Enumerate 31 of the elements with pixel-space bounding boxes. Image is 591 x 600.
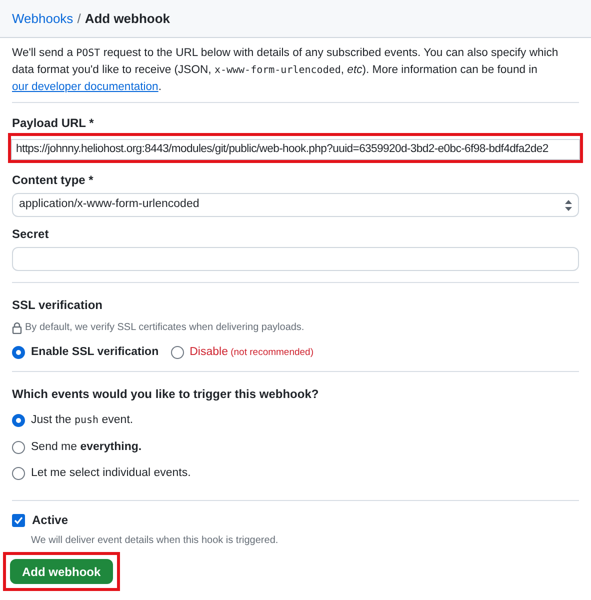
breadcrumb-separator: / xyxy=(77,10,81,28)
select-arrows-icon xyxy=(565,200,572,210)
page-title: Add webhook xyxy=(84,10,170,28)
lock-icon xyxy=(12,322,22,334)
radio-button[interactable] xyxy=(12,466,25,480)
documentation-link[interactable]: our developer documentation xyxy=(12,81,158,93)
radio-button[interactable] xyxy=(12,440,25,454)
radio-label: Let me select individual events. xyxy=(31,466,191,481)
ssl-note: By default, we verify SSL certificates when delivering payloads. xyxy=(25,321,304,335)
section-title: Which events would you like to trigger this webhook? xyxy=(12,386,320,404)
check-icon xyxy=(14,516,23,524)
active-note: We will deliver event details when this hook is triggered. xyxy=(31,534,280,548)
field-label: Payload URL * xyxy=(12,115,95,132)
checkbox[interactable] xyxy=(12,514,25,526)
radio-button[interactable] xyxy=(170,346,184,360)
payload-url-field[interactable]: https://johnny.heliohost.org:8443/modules/git/public/web-hook.php?uuid=6359920d-3bd2-e0bc-6f98-bdf4dfa2de2 xyxy=(11,138,580,160)
radio-button[interactable] xyxy=(12,346,25,360)
breadcrumb-link[interactable]: Webhooks xyxy=(12,8,74,28)
radio-label: Disable (not recommended) xyxy=(190,345,314,360)
checkbox-label: Active xyxy=(32,512,68,529)
content-type-select[interactable]: application/x-www-form-urlencoded xyxy=(12,193,579,217)
section-title: SSL verification xyxy=(12,297,104,314)
radio-label: Send me everything. xyxy=(31,440,142,454)
radio-label: Enable SSL verification xyxy=(31,345,159,360)
radio-label: Just the push event. xyxy=(31,413,134,428)
secret-field[interactable] xyxy=(12,247,579,271)
intro-text: We'll send a POST request to the URL below with details of any subscribed events. You can also specify which data format you'd like to receive (JSON, x-www-form-urlencoded, etc). More information can be found in our developer documentation. xyxy=(12,45,579,103)
add-webhook-button[interactable]: Add webhook xyxy=(10,559,113,584)
field-label: Content type * xyxy=(12,172,94,189)
radio-button[interactable] xyxy=(12,414,25,428)
field-label: Secret xyxy=(12,226,50,243)
